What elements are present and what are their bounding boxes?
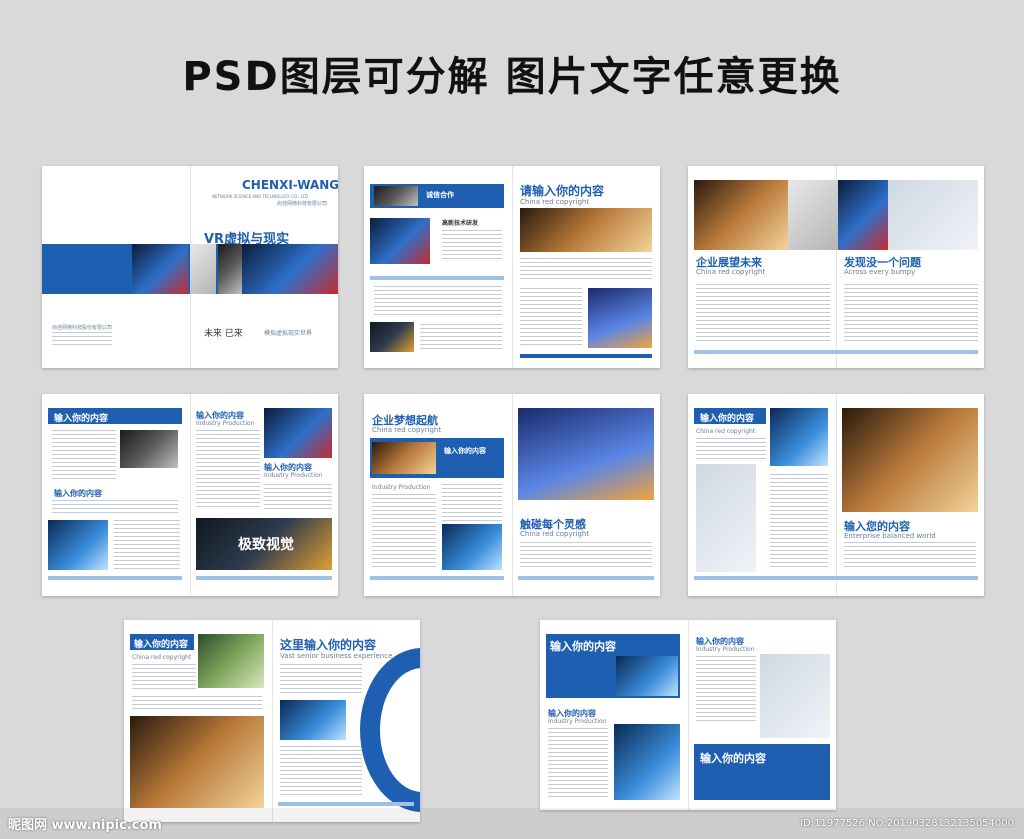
spread-3: 企业展望未来 China red copyright 发现没一个问题 Acros… bbox=[688, 166, 984, 368]
brand: CHENXI-WANG bbox=[242, 178, 338, 192]
tab-sub: China red copyright bbox=[696, 428, 756, 435]
tab-cooperation: 诚信合作 bbox=[426, 191, 454, 199]
sub-3: Industry Production bbox=[696, 646, 755, 653]
title-future-sub: China red copyright bbox=[696, 268, 766, 276]
tech-label: 高新技术研发 bbox=[442, 220, 479, 227]
tab-1: 输入你的内容 bbox=[54, 414, 109, 424]
tab-1: 输入你的内容 bbox=[550, 640, 616, 653]
future: 未来 已来 bbox=[204, 329, 243, 339]
vr-headset-image bbox=[218, 244, 242, 294]
title-dream-sub: China red copyright bbox=[372, 426, 442, 434]
tab-content: 输入你的内容 bbox=[444, 447, 486, 455]
tab-sub: China red copyright bbox=[132, 654, 192, 661]
title-content-sub: Enterprise balanced world bbox=[844, 532, 936, 540]
company: 尚佳网络科技有限公司 bbox=[277, 201, 328, 207]
tab-content: 输入你的内容 bbox=[134, 640, 189, 650]
tagline: 模拟虚拟现实世界 bbox=[264, 330, 313, 337]
spread-4: 输入你的内容 输入你的内容 输入你的内容 Industry Production… bbox=[42, 394, 338, 596]
image-meta: ID:11977526 NO:20190328132135054000 bbox=[800, 818, 1014, 829]
title-here: 这里输入你的内容 bbox=[280, 638, 377, 652]
vr-user-image bbox=[130, 716, 264, 808]
title: 请输入你的内容 bbox=[520, 184, 605, 198]
banner: 极致视觉 bbox=[238, 537, 294, 553]
vr-image-1 bbox=[132, 244, 188, 294]
headline: PSD图层可分解 图片文字任意更换 bbox=[182, 54, 842, 100]
decorative-arc bbox=[360, 648, 420, 812]
watermark: 昵图网 www.nipic.com bbox=[8, 818, 162, 833]
title-discover-sub: Across every bumpy bbox=[844, 268, 916, 276]
spread-7: 输入你的内容 China red copyright 这里输入你的内容 Vast… bbox=[124, 620, 420, 822]
title-inspire-sub: China red copyright bbox=[520, 530, 590, 538]
sub-4: Industry Production bbox=[264, 472, 323, 479]
left-company: 尚佳网络科技股份有限公司 bbox=[52, 325, 113, 331]
tab-4: 输入你的内容 bbox=[700, 752, 766, 765]
tab-content: 输入你的内容 bbox=[700, 414, 755, 424]
title-sub: China red copyright bbox=[520, 198, 590, 206]
prod-label: Industry Production bbox=[372, 484, 431, 491]
title-here-sub: Vast senior business experience bbox=[280, 652, 393, 660]
brand-sub: NETWORK SCIENCE AND TECHNOLOGY CO., LTD bbox=[212, 194, 308, 199]
spread-6: 输入你的内容 China red copyright 输入您的内容 Enterp… bbox=[688, 394, 984, 596]
vr-image-2 bbox=[242, 244, 338, 294]
title-2: 输入你的内容 bbox=[54, 489, 102, 498]
vr-title: VR虚拟与现实 bbox=[204, 232, 290, 247]
spread-5: 企业梦想起航 China red copyright 输入你的内容 Indust… bbox=[364, 394, 660, 596]
sub-2: Industry Production bbox=[548, 718, 607, 725]
spread-2: 诚信合作 高新技术研发 请输入你的内容 China red copyright bbox=[364, 166, 660, 368]
spread-cover: CHENXI-WANG NETWORK SCIENCE AND TECHNOLO… bbox=[42, 166, 338, 368]
robot-image bbox=[190, 244, 216, 294]
robot-image bbox=[696, 464, 756, 572]
spread-8: 输入你的内容 输入你的内容 Industry Production 输入你的内容… bbox=[540, 620, 836, 810]
robot-image bbox=[760, 654, 830, 738]
sub-3: Industry Production bbox=[196, 420, 255, 427]
